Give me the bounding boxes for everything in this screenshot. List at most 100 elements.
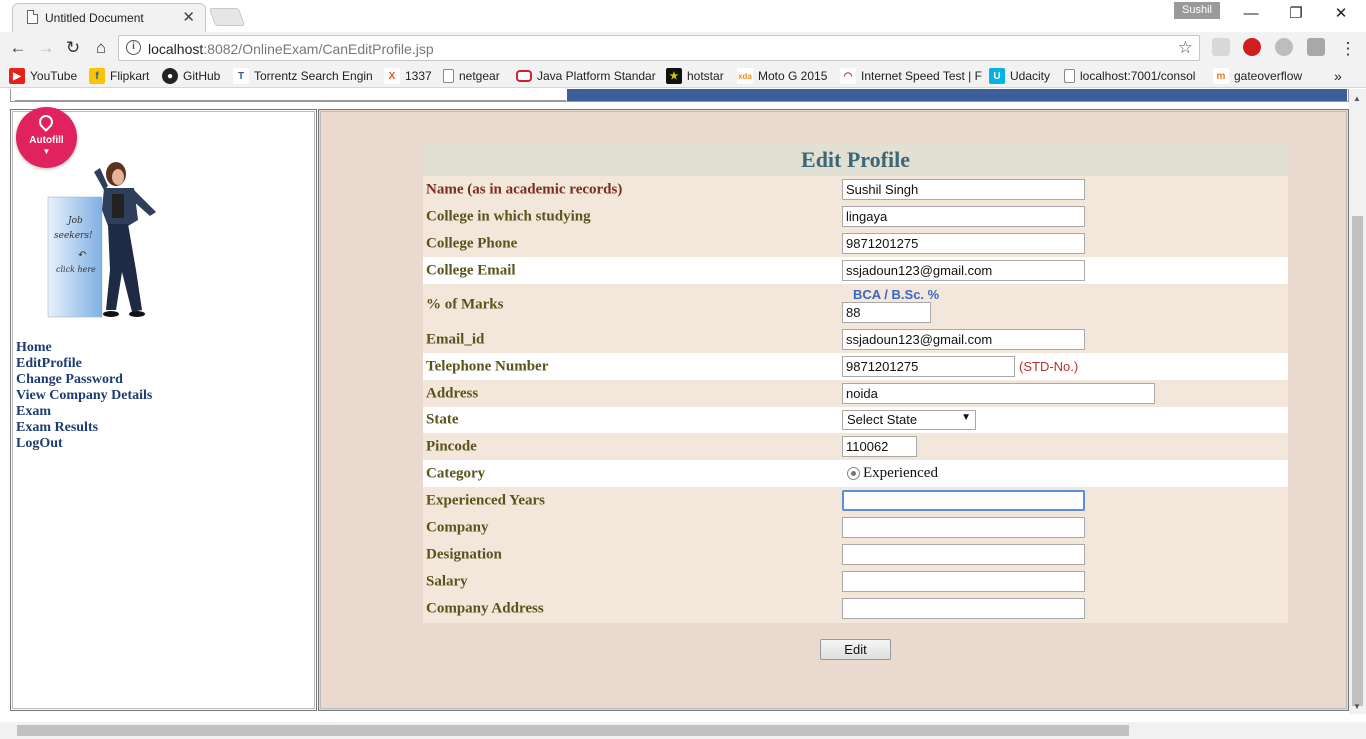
page-content: Autofill ▼ Job seekers! ↶ click here Hom… [0,89,1349,714]
salary-input[interactable] [842,571,1085,592]
reload-icon[interactable]: ↻ [62,37,84,59]
row-marks: % of Marks BCA / B.Sc. % [423,284,1288,326]
browser-tab[interactable]: Untitled Document ✕ [12,3,206,32]
label-telephone: Telephone Number [426,358,549,374]
pincode-input[interactable] [842,436,917,457]
bookmark-java[interactable]: Java Platform Standar [516,68,656,84]
location-pin-icon [36,112,56,132]
label-salary: Salary [426,573,468,589]
marks-input[interactable] [842,302,931,323]
scroll-down-icon[interactable]: ▼ [1353,702,1361,711]
profile-badge[interactable]: Sushil [1174,2,1220,19]
bookmark-netgear[interactable]: netgear [443,68,500,84]
info-icon[interactable]: i [126,40,141,55]
label-designation: Designation [426,546,502,562]
back-icon[interactable]: ← [7,37,29,59]
company-address-input[interactable] [842,598,1085,619]
close-window-icon[interactable]: ✕ [1326,4,1356,24]
home-icon[interactable]: ⌂ [90,37,112,59]
edit-button[interactable]: Edit [820,639,891,660]
extension-counter-icon[interactable] [1307,38,1325,56]
chevron-down-icon: ▼ [42,147,51,156]
promo-text-2: seekers! [54,231,93,241]
row-company: Company [423,514,1288,541]
job-seekers-image[interactable]: Job seekers! ↶ click here [16,160,166,322]
company-input[interactable] [842,517,1085,538]
tab-strip: Untitled Document ✕ Sushil — ❐ ✕ [0,0,1366,32]
bookmark-flipkart[interactable]: f Flipkart [89,68,149,84]
label-experienced-years: Experienced Years [426,492,546,508]
bookmark-speedtest[interactable]: ◠ Internet Speed Test | F [840,68,982,84]
college-input[interactable] [842,206,1085,227]
github-icon: ● [162,68,178,84]
vertical-scrollbar[interactable]: ▲ ▼ [1349,89,1366,714]
state-select[interactable]: Select State ▼ [842,410,976,430]
experienced-years-input[interactable] [842,490,1085,511]
sidebar: Autofill ▼ Job seekers! ↶ click here Hom… [10,107,317,711]
address-input[interactable] [842,383,1155,404]
page-icon [1064,69,1075,83]
telephone-input[interactable] [842,356,1015,377]
more-bookmarks-button[interactable]: » [1334,68,1342,84]
row-pincode: Pincode [423,433,1288,460]
bookmarks-bar: ▶ YouTube f Flipkart ● GitHub T Torrentz Sea… [0,64,1366,88]
minimize-icon[interactable]: — [1236,4,1266,24]
experienced-label[interactable]: Experienced [863,465,938,482]
row-college: College in which studying [423,203,1288,230]
bookmark-moto[interactable]: xda Moto G 2015 [737,68,827,84]
youtube-icon: ▶ [9,68,25,84]
horizontal-scrollbar[interactable] [0,722,1366,739]
row-email-id: Email_id [423,326,1288,353]
adblock-icon[interactable] [1243,38,1261,56]
bookmark-youtube[interactable]: ▶ YouTube [9,68,77,84]
bookmark-1337[interactable]: X 1337 [384,68,432,84]
bookmark-gateoverflow[interactable]: m gateoverflow [1213,68,1302,84]
address-bar[interactable]: i localhost:8082/OnlineExam/CanEditProfi… [118,35,1200,61]
forward-icon[interactable]: → [35,37,57,59]
row-address: Address [423,380,1288,407]
college-phone-input[interactable] [842,233,1085,254]
nav-change-password[interactable]: Change Password [16,372,152,388]
extension-icon[interactable] [1275,38,1293,56]
nav-logout[interactable]: LogOut [16,436,152,452]
experienced-radio[interactable] [847,467,860,480]
nav-edit-profile[interactable]: EditProfile [16,356,152,372]
sidebar-nav: Home EditProfile Change Password View Co… [16,340,152,452]
bookmark-hotstar[interactable]: ★ hotstar [666,68,724,84]
college-email-input[interactable] [842,260,1085,281]
nav-view-company-details[interactable]: View Company Details [16,388,152,404]
gateoverflow-icon: m [1213,68,1229,84]
name-input[interactable] [842,179,1085,200]
autofill-button[interactable]: Autofill ▼ [16,107,77,168]
bookmark-star-icon[interactable]: ☆ [1178,38,1193,58]
nav-exam-results[interactable]: Exam Results [16,420,152,436]
torrentz-icon: T [233,68,249,84]
label-name: Name (as in academic records) [426,181,623,197]
row-college-email: College Email [423,257,1288,284]
row-state: State Select State ▼ [423,407,1288,433]
hotstar-icon: ★ [666,68,682,84]
menu-icon[interactable]: ⋮ [1337,38,1359,60]
maximize-icon[interactable]: ❐ [1281,4,1311,24]
bookmark-github[interactable]: ● GitHub [162,68,220,84]
flipkart-icon: f [89,68,105,84]
label-company: Company [426,519,489,535]
nav-exam[interactable]: Exam [16,404,152,420]
nav-home[interactable]: Home [16,340,152,356]
bookmark-udacity[interactable]: U Udacity [989,68,1050,84]
bookmark-localhost[interactable]: localhost:7001/consol [1064,68,1195,84]
designation-input[interactable] [842,544,1085,565]
edit-profile-form: Edit Profile Name (as in academic record… [423,144,1288,623]
new-tab-button[interactable] [208,8,246,26]
row-name: Name (as in academic records) [423,176,1288,203]
bookmark-torrentz[interactable]: T Torrentz Search Engin [233,68,373,84]
shield-extension-icon[interactable] [1212,38,1230,56]
horizontal-scroll-thumb[interactable] [17,725,1129,736]
email-id-input[interactable] [842,329,1085,350]
label-college-email: College Email [426,262,516,278]
close-tab-icon[interactable]: ✕ [182,8,195,26]
form-title: Edit Profile [423,144,1288,176]
scroll-up-icon[interactable]: ▲ [1353,94,1361,103]
page-icon [443,69,454,83]
vertical-scroll-thumb[interactable] [1352,216,1363,706]
